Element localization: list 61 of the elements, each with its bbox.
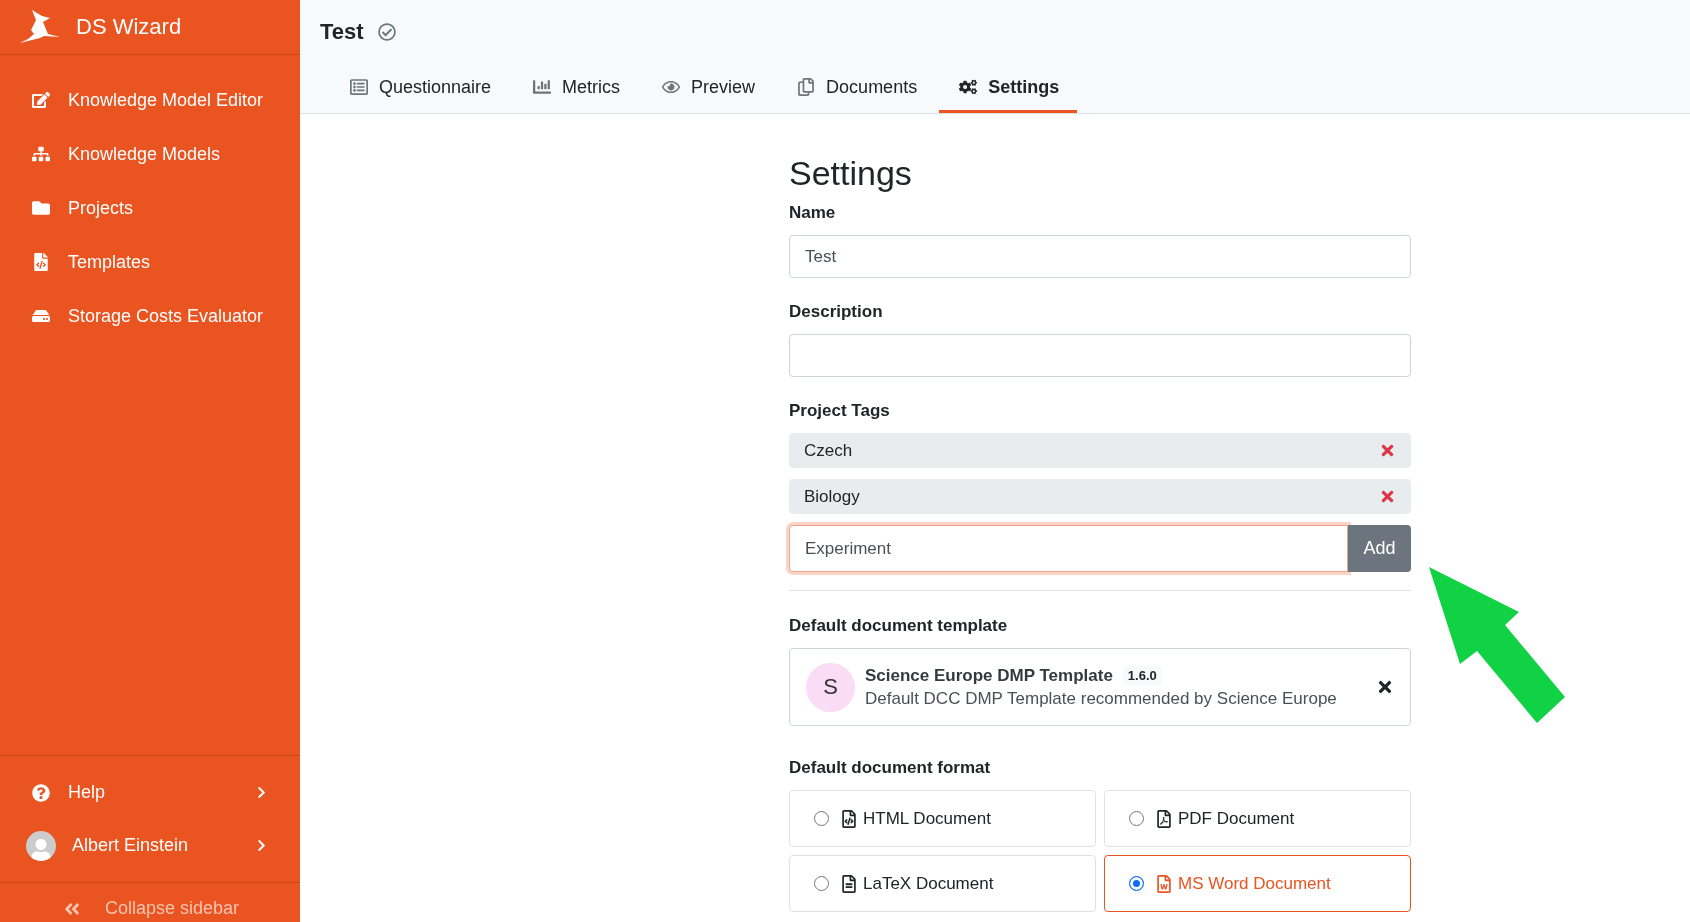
template-description: Default DCC DMP Template recommended by Science Europe (865, 688, 1338, 709)
format-label: HTML Document (863, 808, 991, 829)
format-label: MS Word Document (1178, 873, 1331, 894)
brand-name: DS Wizard (76, 14, 182, 40)
sitemap-icon (30, 145, 52, 163)
radio-button[interactable] (1129, 876, 1144, 891)
remove-tag-button[interactable] (1379, 442, 1396, 459)
gears-icon (957, 78, 980, 96)
field-label: Description (789, 302, 884, 322)
drive-icon (30, 307, 52, 325)
tag-input-field[interactable]: Experiment (789, 525, 1348, 572)
text-field[interactable] (789, 334, 1411, 377)
format-option[interactable]: HTML Document (789, 790, 1096, 847)
text-field[interactable]: Test (789, 235, 1411, 278)
sidebar-item[interactable]: Knowledge Models (0, 127, 300, 181)
file-code-icon (841, 809, 857, 828)
folder-icon (30, 199, 52, 217)
settings-heading: Settings (789, 154, 913, 193)
format-option[interactable]: PDF Document (1104, 790, 1411, 847)
tab[interactable]: Questionnaire (330, 64, 510, 113)
help-menu-item[interactable]: Help (0, 766, 300, 819)
tab[interactable]: Preview (642, 64, 774, 113)
bar-chart-icon (531, 78, 554, 96)
field-label: Project Tags (789, 401, 891, 421)
radio-button[interactable] (814, 811, 829, 826)
avatar-icon (26, 830, 56, 861)
eye-icon (660, 78, 683, 96)
field-label: Default document format (789, 758, 992, 778)
tab[interactable]: Settings (939, 64, 1078, 113)
radio-button[interactable] (814, 876, 829, 891)
file-pdf-icon (1156, 809, 1172, 828)
template-name: Science Europe DMP Template (865, 665, 1113, 686)
edit-icon (30, 91, 52, 109)
format-option[interactable]: MS Word Document (1104, 855, 1411, 912)
sidebar-item[interactable]: Storage Costs Evaluator (0, 289, 300, 343)
sidebar-item[interactable]: Projects (0, 181, 300, 235)
sidebar-item[interactable]: Templates (0, 235, 300, 289)
file-word-icon (1156, 874, 1172, 893)
tag-label: Czech (804, 440, 854, 461)
remove-tag-button[interactable] (1379, 488, 1396, 505)
page-title: Test (320, 19, 364, 45)
close-button[interactable] (1376, 678, 1394, 696)
radio-button[interactable] (1129, 811, 1144, 826)
chevron-right-icon (255, 839, 268, 852)
add-tag-button[interactable]: Add (1348, 525, 1411, 572)
chevron-right-icon (255, 786, 268, 799)
file-text-icon (841, 874, 857, 893)
format-option[interactable]: LaTeX Document (789, 855, 1096, 912)
template-avatar: S (806, 662, 855, 712)
user-menu-item[interactable]: Albert Einstein (0, 819, 300, 872)
version-badge: 1.6.0 (1122, 666, 1162, 685)
sidebar-item[interactable]: Knowledge Model Editor (0, 73, 300, 127)
format-label: PDF Document (1178, 808, 1295, 829)
tab[interactable]: Documents (777, 64, 936, 113)
format-label: LaTeX Document (863, 873, 994, 894)
tag-label: Biology (804, 486, 861, 507)
field-label: Default document template (789, 616, 1009, 636)
tab[interactable]: Metrics (513, 64, 639, 113)
question-icon (30, 783, 52, 802)
field-label: Name (789, 203, 837, 223)
list-icon (348, 78, 370, 96)
